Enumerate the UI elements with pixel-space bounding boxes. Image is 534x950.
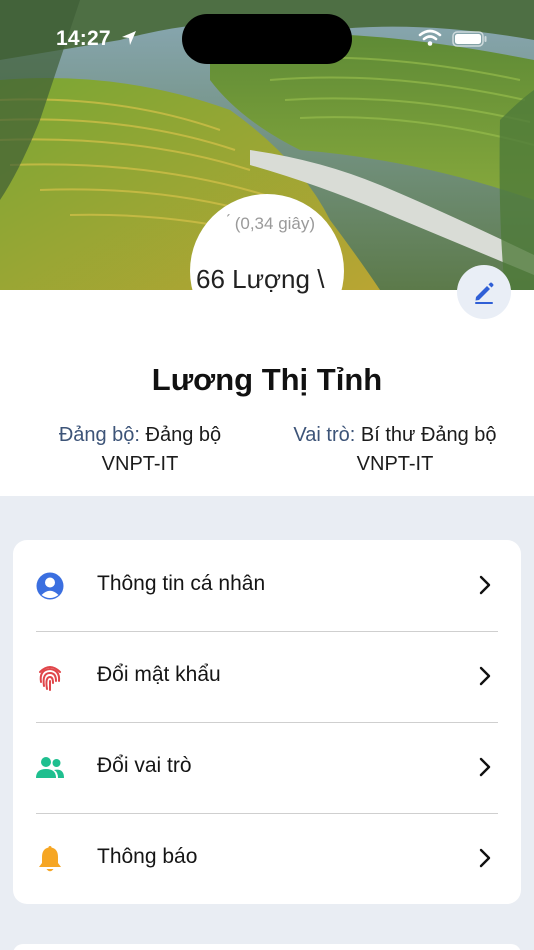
role-info: Vai trò: Bí thư Đảng bộ VNPT-IT — [280, 421, 510, 479]
chevron-right-icon — [479, 757, 491, 777]
settings-menu: Thông tin cá nhân Đổi mật khẩu Đổi vai t… — [13, 540, 521, 904]
party-value: Đảng bộ — [145, 424, 222, 446]
party-label: Đảng bộ: — [58, 424, 140, 446]
dynamic-island — [182, 14, 352, 64]
role-label: Vai trò: — [293, 424, 356, 446]
party-info: Đảng bộ: Đảng bộ VNPT-IT — [30, 421, 250, 479]
menu-item-label: Đổi vai trò — [97, 754, 192, 777]
bell-icon — [39, 846, 61, 872]
avatar-overlay-text: 66 Lượng \ — [196, 264, 325, 294]
role-value: VNPT-IT — [356, 453, 434, 475]
user-circle-icon — [36, 572, 64, 600]
menu-item-label: Thông tin cá nhân — [97, 572, 266, 595]
user-name: Lương Thị Tỉnh — [151, 362, 383, 397]
party-value: VNPT-IT — [101, 453, 179, 475]
chevron-right-icon — [479, 666, 491, 686]
menu-item-label: Đổi mật khẩu — [97, 663, 221, 686]
pencil-icon — [475, 282, 494, 304]
fingerprint-icon — [39, 666, 61, 691]
status-bar: 14:27 — [0, 0, 534, 78]
menu-item-label: Thông báo — [97, 845, 198, 868]
wifi-icon — [418, 29, 442, 52]
chevron-right-icon — [479, 848, 491, 868]
menu-item-notifications[interactable]: Thông báo — [13, 813, 521, 904]
edit-profile-button[interactable] — [457, 265, 511, 319]
role-value: Bí thư Đảng bộ — [360, 424, 497, 446]
menu-item-change-role[interactable]: Đổi vai trò — [13, 722, 521, 813]
avatar-overlay-text: ́ (0,34 giây) — [230, 214, 316, 233]
users-icon — [36, 757, 64, 778]
location-arrow-icon — [120, 29, 138, 52]
status-time: 14:27 — [56, 27, 111, 50]
battery-icon — [452, 31, 488, 52]
chevron-right-icon — [479, 575, 491, 595]
avatar[interactable]: ́ (0,34 giây) 66 Lượng \ — [190, 194, 344, 348]
next-card — [13, 944, 521, 950]
menu-item-change-password[interactable]: Đổi mật khẩu — [13, 631, 521, 722]
menu-item-personal-info[interactable]: Thông tin cá nhân — [13, 540, 521, 631]
